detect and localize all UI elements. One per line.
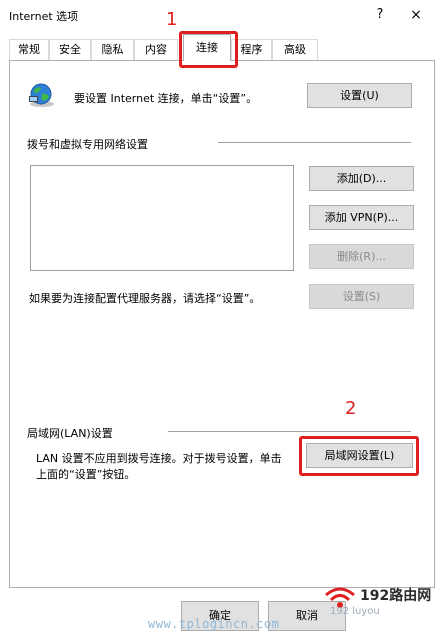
lan-description-line2: 上面的“设置”按钮。 — [36, 468, 136, 481]
tab-label: 程序 — [240, 43, 263, 56]
tab-label: 隐私 — [101, 43, 124, 56]
lan-description-line1: LAN 设置不应用到拨号连接。对于拨号设置，单击 — [36, 452, 282, 465]
tab-privacy[interactable]: 隐私 — [91, 39, 134, 60]
lan-divider — [168, 431, 411, 432]
dialup-divider — [218, 142, 411, 143]
tab-label: 高级 — [284, 43, 306, 56]
annotation-box-1 — [179, 31, 238, 68]
help-button[interactable]: ? — [370, 5, 390, 25]
dialup-settings-button[interactable]: 设置(S) — [309, 284, 414, 309]
tab-security[interactable]: 安全 — [49, 39, 91, 60]
proxy-description: 如果要为连接配置代理服务器，请选择“设置”。 — [29, 292, 261, 305]
tab-label: 内容 — [145, 43, 167, 56]
tab-advanced[interactable]: 高级 — [272, 39, 318, 60]
title-bar: Internet 选项 ? × — [0, 0, 443, 30]
watermark-logo-subtext: 192 luyou — [330, 606, 380, 617]
dialup-section-header: 拨号和虚拟专用网络设置 — [27, 138, 148, 151]
close-button[interactable]: × — [403, 4, 429, 26]
annotation-box-2 — [299, 436, 419, 476]
setup-description: 要设置 Internet 连接，单击“设置”。 — [74, 92, 258, 105]
annotation-number-1: 1 — [166, 9, 178, 30]
tab-content[interactable]: 内容 — [134, 39, 178, 60]
remove-button[interactable]: 删除(R)... — [309, 244, 414, 269]
watermark-url: www.tplogincn.com — [148, 617, 280, 631]
add-vpn-button[interactable]: 添加 VPN(P)... — [309, 205, 414, 230]
setup-button[interactable]: 设置(U) — [307, 83, 412, 108]
connections-listbox[interactable] — [30, 165, 294, 271]
window-title: Internet 选项 — [9, 10, 79, 23]
add-button[interactable]: 添加(D)... — [309, 166, 414, 191]
tab-general[interactable]: 常规 — [9, 39, 49, 60]
tab-label: 安全 — [59, 43, 81, 56]
internet-globe-icon — [29, 83, 54, 107]
lan-section-header: 局域网(LAN)设置 — [27, 427, 113, 440]
annotation-number-2: 2 — [345, 398, 357, 419]
tab-label: 常规 — [18, 43, 40, 56]
watermark-logo-text: 192路由网 — [360, 588, 432, 604]
